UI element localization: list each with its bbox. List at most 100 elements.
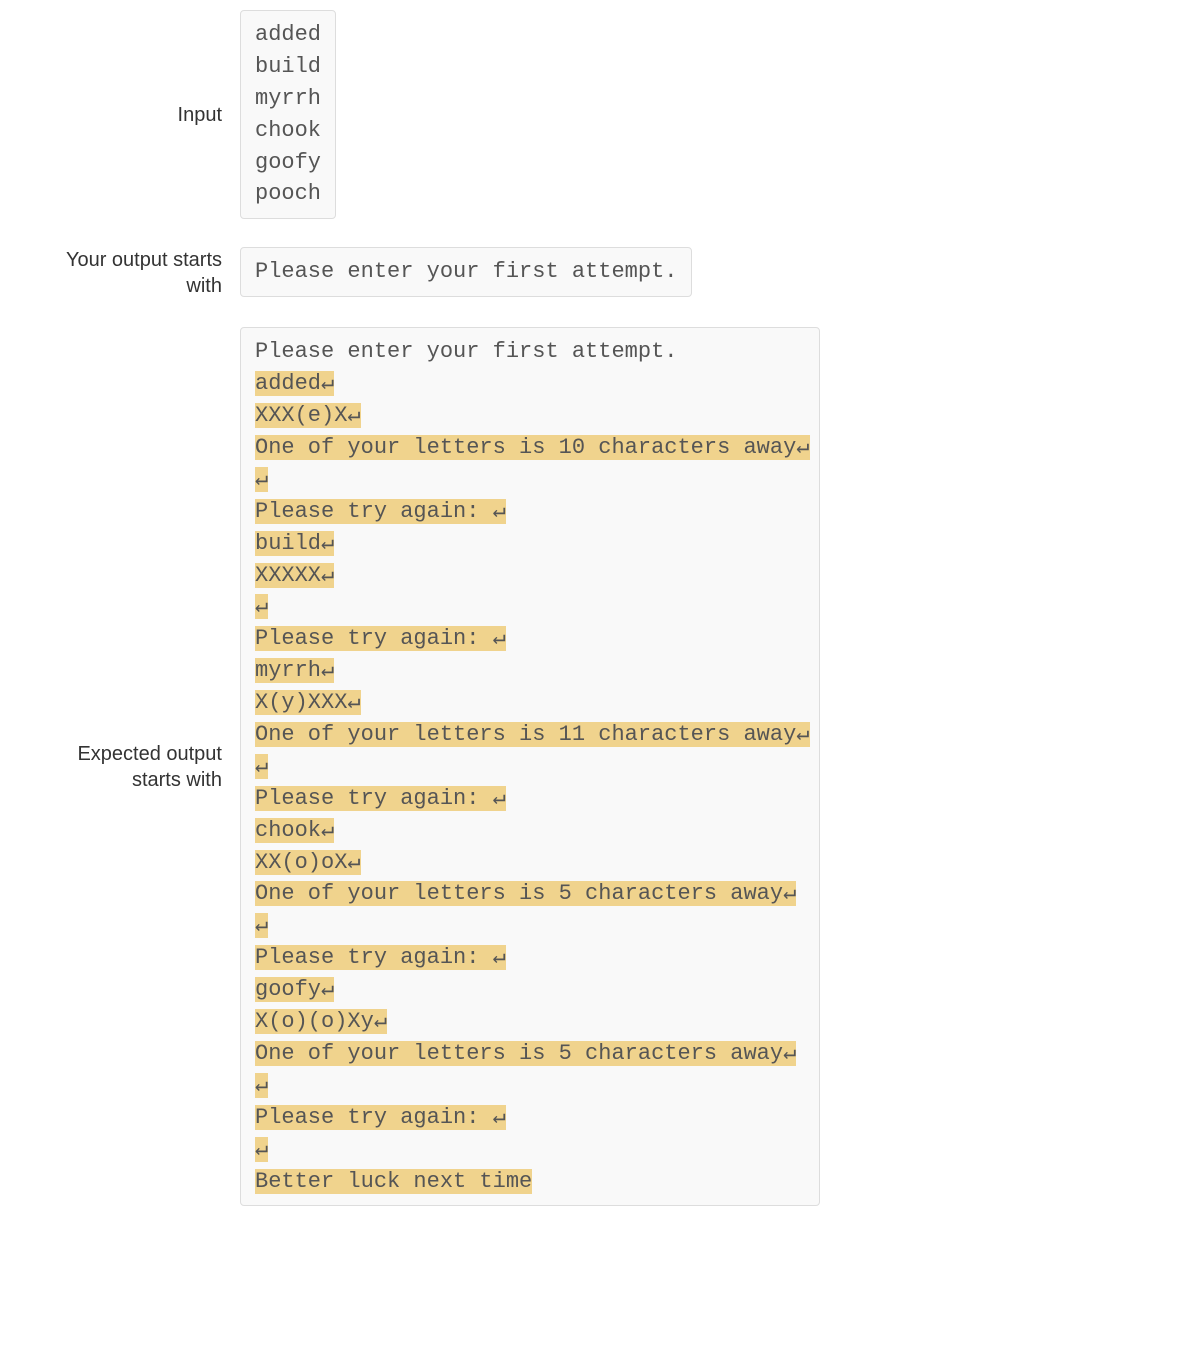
plain-text: Please enter your first attempt. — [255, 259, 677, 284]
output-line: myrrh↵ — [255, 655, 805, 687]
diff-text: XXXXX↵ — [255, 563, 334, 588]
line-text: Better luck next time — [255, 1169, 532, 1194]
diff-text: ↵ — [255, 754, 268, 779]
expected-output-label: Expected output starts with — [30, 741, 240, 793]
diff-text: myrrh↵ — [255, 658, 334, 683]
your-output-row: Your output starts with Please enter you… — [30, 247, 1156, 299]
newline-icon: ↵ — [796, 432, 809, 464]
diff-text: Please try again: ↵ — [255, 786, 506, 811]
diff-text: ↵ — [255, 594, 268, 619]
input-line: goofy — [255, 147, 321, 179]
input-line: chook — [255, 115, 321, 147]
diff-text: ↵ — [255, 1137, 268, 1162]
output-line: added↵ — [255, 368, 805, 400]
line-text: One of your letters is 11 characters awa… — [255, 722, 796, 747]
output-line: X(y)XXX↵ — [255, 687, 805, 719]
output-line: chook↵ — [255, 815, 805, 847]
diff-text: ↵ — [255, 467, 268, 492]
newline-icon: ↵ — [796, 719, 809, 751]
your-output-code-box: Please enter your first attempt. — [240, 247, 692, 297]
newline-icon: ↵ — [321, 974, 334, 1006]
line-text: One of your letters is 5 characters away — [255, 1041, 783, 1066]
newline-icon: ↵ — [347, 400, 360, 432]
line-text: Please try again: — [255, 786, 493, 811]
newline-icon: ↵ — [321, 560, 334, 592]
input-line: added — [255, 19, 321, 51]
newline-icon: ↵ — [493, 942, 506, 974]
newline-icon: ↵ — [347, 847, 360, 879]
output-line: Please enter your first attempt. — [255, 256, 677, 288]
newline-icon: ↵ — [321, 368, 334, 400]
your-output-content: Please enter your first attempt. — [240, 247, 1156, 297]
newline-icon: ↵ — [255, 751, 268, 783]
input-line: myrrh — [255, 83, 321, 115]
newline-icon: ↵ — [493, 623, 506, 655]
newline-icon: ↵ — [255, 1134, 268, 1166]
output-line: One of your letters is 5 characters away… — [255, 878, 805, 910]
line-text: One of your letters is 10 characters awa… — [255, 435, 796, 460]
diff-text: ↵ — [255, 1073, 268, 1098]
line-text: XX(o)oX — [255, 850, 347, 875]
newline-icon: ↵ — [347, 687, 360, 719]
diff-text: goofy↵ — [255, 977, 334, 1002]
newline-icon: ↵ — [783, 1038, 796, 1070]
output-line: Better luck next time — [255, 1166, 805, 1198]
line-text: Please enter your first attempt. — [255, 339, 677, 364]
newline-icon: ↵ — [321, 528, 334, 560]
line-text: Please try again: — [255, 626, 493, 651]
diff-text: Please try again: ↵ — [255, 499, 506, 524]
newline-icon: ↵ — [321, 655, 334, 687]
diff-text: X(o)(o)Xy↵ — [255, 1009, 387, 1034]
newline-icon: ↵ — [255, 910, 268, 942]
diff-text: Please try again: ↵ — [255, 1105, 506, 1130]
expected-output-row: Expected output starts with Please enter… — [30, 327, 1156, 1206]
output-line: ↵ — [255, 910, 805, 942]
output-line: One of your letters is 5 characters away… — [255, 1038, 805, 1070]
input-code-box: addedbuildmyrrhchookgoofypooch — [240, 10, 336, 219]
diff-text: build↵ — [255, 531, 334, 556]
line-text: added — [255, 371, 321, 396]
line-text: build — [255, 531, 321, 556]
diff-text: Please try again: ↵ — [255, 945, 506, 970]
output-line: goofy↵ — [255, 974, 805, 1006]
output-line: One of your letters is 10 characters awa… — [255, 432, 805, 464]
output-line: ↵ — [255, 464, 805, 496]
input-line: pooch — [255, 178, 321, 210]
line-text: chook — [255, 818, 321, 843]
output-line: ↵ — [255, 1070, 805, 1102]
input-line: build — [255, 51, 321, 83]
input-label: Input — [30, 102, 240, 128]
diff-text: One of your letters is 11 characters awa… — [255, 722, 810, 747]
input-row: Input addedbuildmyrrhchookgoofypooch — [30, 10, 1156, 219]
newline-icon: ↵ — [321, 815, 334, 847]
output-line: XX(o)oX↵ — [255, 847, 805, 879]
output-line: build↵ — [255, 528, 805, 560]
output-line: ↵ — [255, 751, 805, 783]
line-text: XXX(e)X — [255, 403, 347, 428]
output-line: ↵ — [255, 591, 805, 623]
line-text: Please try again: — [255, 1105, 493, 1130]
line-text: myrrh — [255, 658, 321, 683]
diff-text: XX(o)oX↵ — [255, 850, 361, 875]
diff-text: X(y)XXX↵ — [255, 690, 361, 715]
input-content: addedbuildmyrrhchookgoofypooch — [240, 10, 1156, 219]
line-text: Please try again: — [255, 499, 493, 524]
output-line: Please try again: ↵ — [255, 1102, 805, 1134]
line-text: XXXXX — [255, 563, 321, 588]
diff-text: added↵ — [255, 371, 334, 396]
diff-text: One of your letters is 5 characters away… — [255, 1041, 796, 1066]
diff-text: One of your letters is 10 characters awa… — [255, 435, 810, 460]
output-line: Please try again: ↵ — [255, 783, 805, 815]
diff-text: Please try again: ↵ — [255, 626, 506, 651]
newline-icon: ↵ — [493, 496, 506, 528]
expected-output-code-box: Please enter your first attempt.added↵XX… — [240, 327, 820, 1206]
newline-icon: ↵ — [493, 783, 506, 815]
line-text: One of your letters is 5 characters away — [255, 881, 783, 906]
expected-output-content: Please enter your first attempt.added↵XX… — [240, 327, 1156, 1206]
newline-icon: ↵ — [255, 591, 268, 623]
newline-icon: ↵ — [783, 878, 796, 910]
output-line: X(o)(o)Xy↵ — [255, 1006, 805, 1038]
newline-icon: ↵ — [255, 464, 268, 496]
line-text: goofy — [255, 977, 321, 1002]
output-line: Please enter your first attempt. — [255, 336, 805, 368]
